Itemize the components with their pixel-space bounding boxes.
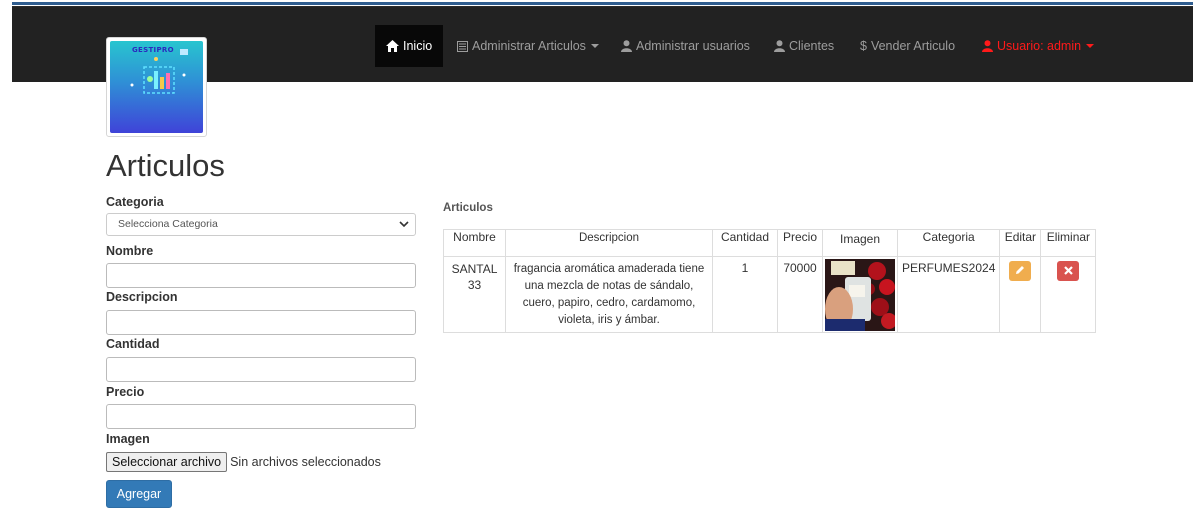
- col-header-descripcion: Descripcion: [505, 229, 713, 257]
- nav-administrar-articulos-label: Administrar Articulos: [472, 39, 586, 53]
- nav-administrar-usuarios[interactable]: Administrar usuarios: [621, 25, 750, 67]
- file-upload: Seleccionar archivo Sin archivos seleccio…: [106, 452, 381, 474]
- page-title: Articulos: [106, 148, 225, 183]
- nav-administrar-usuarios-label: Administrar usuarios: [636, 39, 750, 53]
- nombre-input[interactable]: [106, 263, 416, 288]
- cantidad-label: Cantidad: [106, 337, 160, 351]
- user-icon: [982, 40, 993, 52]
- select-file-button[interactable]: Seleccionar archivo: [106, 452, 228, 472]
- col-header-eliminar: Eliminar: [1040, 229, 1097, 257]
- caret-down-icon: [1086, 44, 1095, 48]
- edit-button[interactable]: [1009, 261, 1032, 281]
- table-caption: Articulos: [443, 202, 493, 214]
- close-icon: [1064, 266, 1073, 275]
- table-row: SANTAL 33 fragancia aromática amaderada …: [443, 256, 1097, 333]
- cell-cantidad: 1: [712, 256, 778, 333]
- agregar-button[interactable]: Agregar: [106, 480, 172, 508]
- nav-usuario-label: Usuario: admin: [997, 39, 1082, 53]
- categoria-selected-value: Selecciona Categoria: [118, 218, 218, 230]
- categoria-select[interactable]: Selecciona Categoria: [106, 213, 416, 236]
- col-header-cantidad: Cantidad: [712, 229, 778, 257]
- nav-clientes[interactable]: Clientes: [774, 25, 834, 67]
- file-status-text: Sin archivos seleccionados: [230, 455, 381, 469]
- logo-graphic: [130, 49, 188, 94]
- nav-clientes-label: Clientes: [789, 39, 835, 53]
- categoria-label: Categoria: [106, 195, 164, 209]
- nav-vender-articulo[interactable]: $ Vender Articulo: [860, 25, 955, 67]
- dollar-icon: $: [860, 39, 867, 53]
- cantidad-input[interactable]: [106, 357, 416, 382]
- perfume-photo: [825, 259, 895, 331]
- articulos-table: Nombre Descripcion Cantidad Precio Image…: [443, 229, 1097, 333]
- imagen-label: Imagen: [106, 432, 150, 446]
- table-header-row: Nombre Descripcion Cantidad Precio Image…: [443, 229, 1097, 257]
- nav-vender-articulo-label: Vender Articulo: [870, 39, 956, 53]
- nav-usuario-menu[interactable]: Usuario: admin: [982, 25, 1095, 67]
- cell-imagen: [822, 256, 898, 333]
- list-icon: [457, 41, 468, 52]
- user-icon: [621, 40, 632, 52]
- logo-image: GESTIPRO: [110, 41, 203, 133]
- col-header-nombre: Nombre: [443, 229, 506, 257]
- caret-down-icon: [590, 44, 599, 48]
- delete-button[interactable]: [1057, 261, 1080, 281]
- nav-administrar-articulos[interactable]: Administrar Articulos: [457, 25, 599, 67]
- descripcion-input[interactable]: [106, 310, 416, 335]
- chevron-down-icon: [399, 221, 409, 228]
- nav-inicio-label: Inicio: [403, 39, 433, 53]
- user-icon: [774, 40, 785, 52]
- product-image: [825, 259, 895, 331]
- cell-descripcion: fragancia aromática amaderada tiene una …: [505, 256, 713, 333]
- precio-label: Precio: [106, 385, 145, 399]
- cell-precio: 70000: [777, 256, 823, 333]
- pencil-icon: [1016, 266, 1025, 274]
- cell-categoria: PERFUMES2024: [896, 256, 1001, 333]
- nav-inicio[interactable]: Inicio: [375, 25, 444, 67]
- app-logo: GESTIPRO: [106, 37, 207, 137]
- top-accent-line: [12, 2, 1193, 5]
- col-header-categoria: Categoria: [896, 229, 1001, 257]
- col-header-precio: Precio: [777, 229, 823, 257]
- col-header-imagen: Imagen: [822, 229, 898, 257]
- descripcion-label: Descripcion: [106, 290, 178, 304]
- cell-eliminar: [1040, 256, 1097, 333]
- home-icon: [386, 40, 399, 52]
- precio-input[interactable]: [106, 404, 416, 429]
- cell-editar: [999, 256, 1042, 333]
- col-header-editar: Editar: [999, 229, 1042, 257]
- cell-nombre: SANTAL 33: [443, 256, 506, 333]
- nombre-label: Nombre: [106, 244, 154, 258]
